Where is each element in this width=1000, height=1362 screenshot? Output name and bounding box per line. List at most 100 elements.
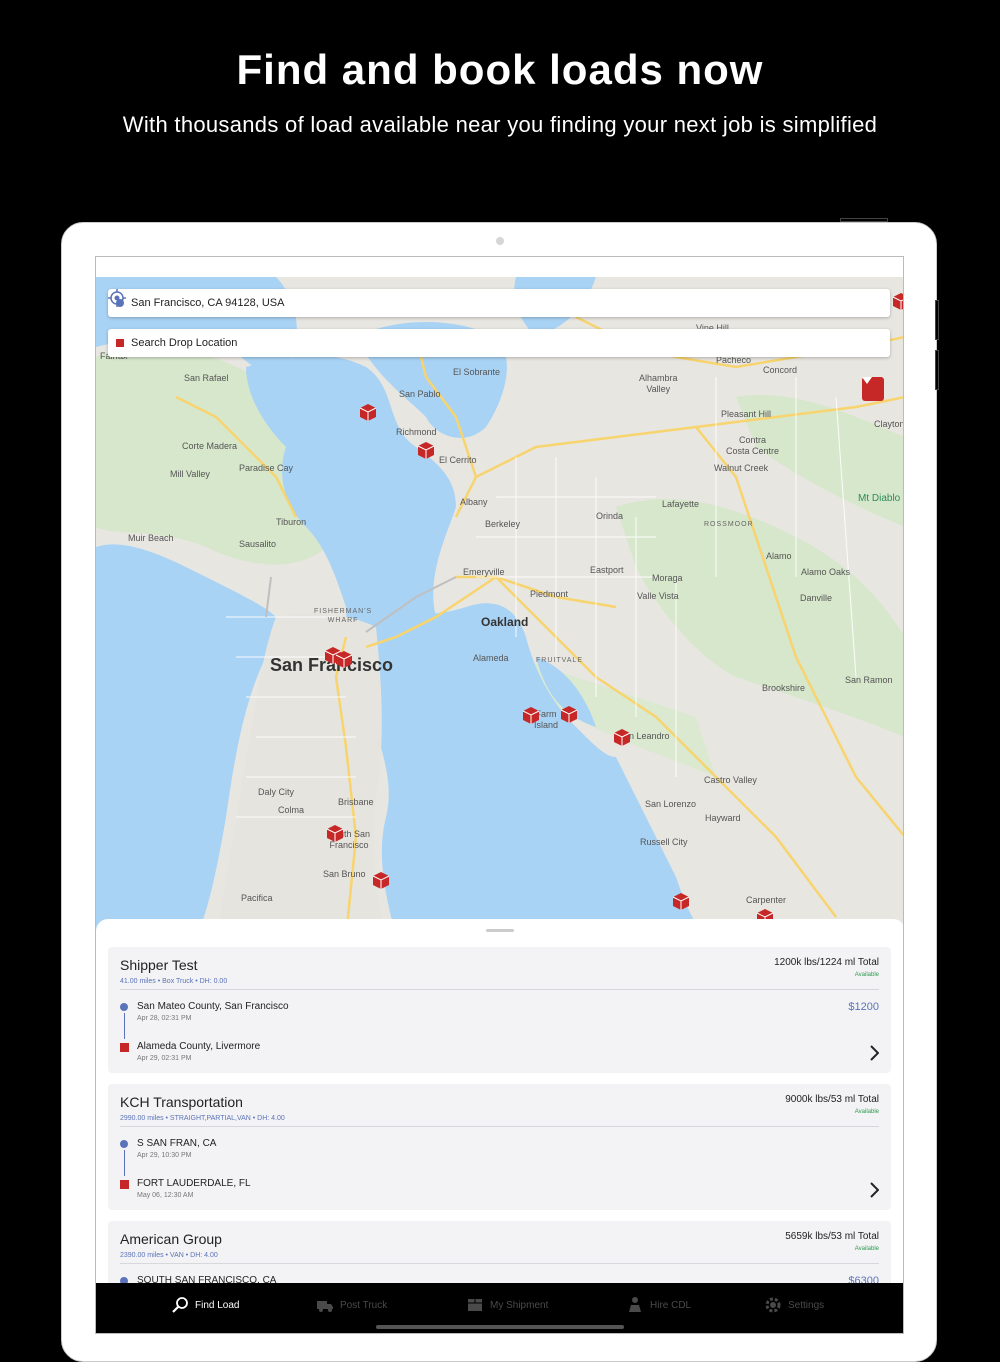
route-line xyxy=(123,1013,125,1039)
map-label-mt-diablo: Mt Diablo xyxy=(858,493,901,504)
chevron-right-icon[interactable] xyxy=(869,1182,879,1198)
map-label-lafayette: Lafayette xyxy=(662,499,700,509)
map-label-brookshire: Brookshire xyxy=(762,683,806,693)
locate-me-icon[interactable] xyxy=(108,289,126,307)
map-label-alamo: Alamo xyxy=(766,551,792,561)
truck-icon xyxy=(317,1301,333,1312)
chevron-right-icon[interactable] xyxy=(869,1045,879,1061)
tablet-side-button xyxy=(840,218,888,222)
map-label-san-lorenzo: San Lorenzo xyxy=(645,799,697,809)
tab-my-shipment[interactable]: My Shipment xyxy=(466,1283,548,1327)
tab-label: Settings xyxy=(788,1299,825,1311)
drop-search-placeholder: Search Drop Location xyxy=(131,337,238,349)
map-label-san-ramon: San Ramon xyxy=(845,675,893,685)
pickup-search-input[interactable]: San Francisco, CA 94128, USA xyxy=(108,289,890,317)
pickup-location: San Mateo County, San Francisco xyxy=(137,1001,289,1012)
status-badge: Available xyxy=(854,1109,879,1115)
map-label-alamo-oaks: Alamo Oaks xyxy=(801,567,851,577)
load-meta: 2990.00 miles • STRAIGHT,PARTIAL,VAN • D… xyxy=(120,1115,285,1122)
app-screen: Fairfax Vine Hill San Rafael El Sobrante… xyxy=(95,256,904,1334)
card-divider xyxy=(120,1126,879,1127)
drop-search-input[interactable]: Search Drop Location xyxy=(108,329,890,357)
find-load-icon xyxy=(172,1297,188,1313)
load-meta: 2390.00 miles • VAN • DH: 4.00 xyxy=(120,1252,218,1259)
tablet-volume-down xyxy=(935,350,939,390)
map-label-piedmont: Piedmont xyxy=(530,589,569,599)
shipper-name: American Group xyxy=(120,1231,222,1247)
map-label-fishermans-wharf: FISHERMAN'S WHARF xyxy=(314,608,373,624)
load-total: 9000k lbs/53 ml Total xyxy=(785,1094,879,1105)
map-label-emeryville: Emeryville xyxy=(463,567,505,577)
map-label-berkeley: Berkeley xyxy=(485,519,521,529)
map-label-danville: Danville xyxy=(800,593,833,603)
drop-square-icon xyxy=(120,1180,129,1189)
map-label-oakland: Oakland xyxy=(481,615,529,629)
load-pin-icon[interactable] xyxy=(612,727,632,747)
sheet-drag-handle[interactable] xyxy=(486,929,514,932)
map-label-mill-valley: Mill Valley xyxy=(170,469,210,479)
load-pin-icon[interactable] xyxy=(334,649,354,669)
load-pin-icon[interactable] xyxy=(521,705,541,725)
map-label-fruitvale: FRUITVALE xyxy=(536,657,583,664)
load-pin-icon[interactable] xyxy=(891,291,904,311)
camera-dot xyxy=(496,237,504,245)
loads-bottom-sheet[interactable]: Shipper Test 41.00 miles • Box Truck • D… xyxy=(96,919,903,1333)
pickup-dot-icon xyxy=(120,1003,128,1011)
load-pin-icon[interactable] xyxy=(358,402,378,422)
map-label-muir-beach: Muir Beach xyxy=(128,533,174,543)
map-label-moraga: Moraga xyxy=(652,573,683,583)
package-icon xyxy=(468,1299,482,1311)
map-label-brisbane: Brisbane xyxy=(338,797,374,807)
status-bar xyxy=(96,257,903,277)
shipper-name: Shipper Test xyxy=(120,957,198,973)
map-label-walnut-creek: Walnut Creek xyxy=(714,463,769,473)
load-total: 5659k lbs/53 ml Total xyxy=(785,1231,879,1242)
map-label-alameda: Alameda xyxy=(473,653,509,663)
map-label-paradise-cay: Paradise Cay xyxy=(239,463,294,473)
map-label-eastport: Eastport xyxy=(590,565,624,575)
tab-label: Hire CDL xyxy=(650,1299,692,1311)
tab-label: Post Truck xyxy=(340,1299,388,1311)
load-pin-icon[interactable] xyxy=(371,870,391,890)
tab-find-load[interactable]: Find Load xyxy=(171,1283,239,1327)
map-label-colma: Colma xyxy=(278,805,305,815)
tablet-volume-up xyxy=(935,300,939,340)
load-card[interactable]: KCH Transportation 2990.00 miles • STRAI… xyxy=(108,1084,891,1210)
pickup-dot-icon xyxy=(120,1140,128,1148)
load-pin-icon[interactable] xyxy=(671,891,691,911)
tab-post-truck[interactable]: Post Truck xyxy=(316,1283,387,1327)
load-total: 1200k lbs/1224 ml Total xyxy=(774,957,879,968)
route-line xyxy=(123,1150,125,1176)
map-label-el-sobrante: El Sobrante xyxy=(453,367,501,377)
map-label-san-rafael: San Rafael xyxy=(184,373,229,383)
card-divider xyxy=(120,989,879,990)
home-indicator xyxy=(376,1325,624,1329)
card-divider xyxy=(120,1263,879,1264)
load-pin-icon[interactable] xyxy=(559,704,579,724)
filter-dropdown-button[interactable] xyxy=(862,377,884,401)
map-label-el-cerrito: El Cerrito xyxy=(439,455,477,465)
map-label-rossmoor: ROSSMOOR xyxy=(704,521,754,528)
load-pin-icon[interactable] xyxy=(416,440,436,460)
hero-subtitle: With thousands of load available near yo… xyxy=(122,112,878,137)
status-badge: Available xyxy=(854,1246,879,1252)
drop-location: Alameda County, Livermore xyxy=(137,1041,261,1052)
load-price: $1200 xyxy=(848,1001,879,1013)
map-label-pleasant-hill: Pleasant Hill xyxy=(721,409,772,419)
map-view[interactable]: Fairfax Vine Hill San Rafael El Sobrante… xyxy=(96,277,904,937)
load-card[interactable]: Shipper Test 41.00 miles • Box Truck • D… xyxy=(108,947,891,1073)
map-label-san-pablo: San Pablo xyxy=(399,389,441,399)
map-label-castro-valley: Castro Valley xyxy=(704,775,757,785)
hero-title: Find and book loads now xyxy=(236,46,764,93)
drop-date: May 06, 12:30 AM xyxy=(137,1192,194,1199)
map-label-tiburon: Tiburon xyxy=(276,517,307,527)
tab-settings[interactable]: Settings xyxy=(764,1283,824,1327)
map-label-albany: Albany xyxy=(460,497,488,507)
bottom-tab-bar: Find Load Post Truck My Shipment Hire CD… xyxy=(96,1283,903,1333)
drop-date: Apr 29, 02:31 PM xyxy=(137,1055,192,1062)
drop-square-icon xyxy=(120,1043,129,1052)
tab-label: Find Load xyxy=(195,1299,240,1311)
map-label-richmond: Richmond xyxy=(396,427,437,437)
tab-hire-cdl[interactable]: Hire CDL xyxy=(626,1283,691,1327)
load-pin-icon[interactable] xyxy=(325,823,345,843)
